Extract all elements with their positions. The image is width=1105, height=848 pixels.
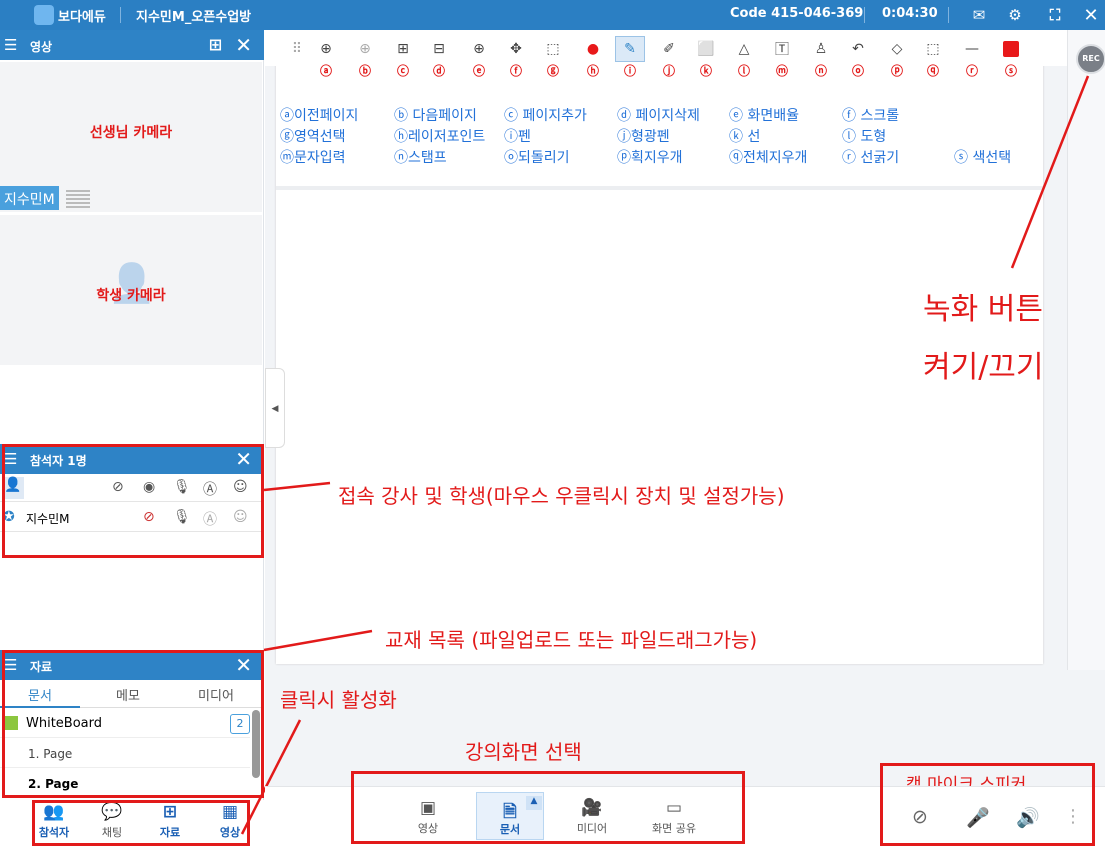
screen-select-highlight	[351, 771, 745, 844]
devices-highlight	[880, 763, 1095, 846]
annotation-click: 클릭시 활성화	[280, 688, 397, 712]
annotation-materials: 교재 목록 (파일업로드 또는 파일드래그가능)	[385, 628, 758, 652]
annotation-screen-select: 강의화면 선택	[465, 740, 582, 764]
annotation-lines	[240, 75, 1090, 835]
annotation-record: 켜기/끄기	[923, 350, 1044, 385]
annotation-record: 녹화 버튼	[923, 292, 1043, 327]
annotation-participants: 접속 강사 및 학생(마우스 우클릭시 장치 및 설정가능)	[338, 484, 785, 508]
